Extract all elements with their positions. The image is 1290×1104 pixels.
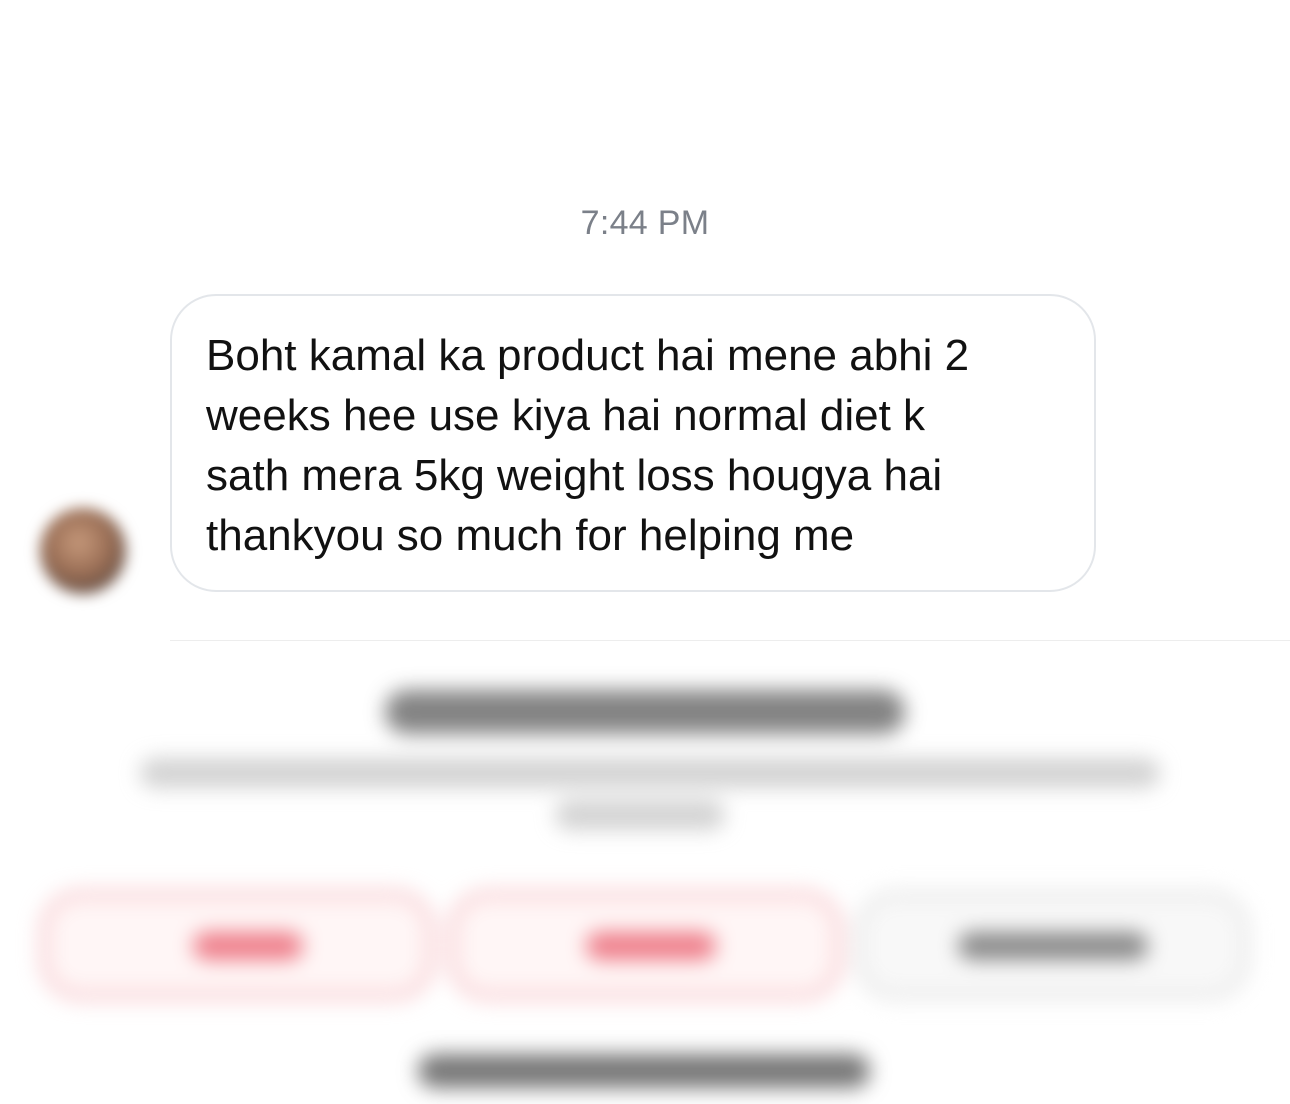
- message-request-panel: [0, 650, 1290, 1104]
- message-timestamp: 7:44 PM: [580, 204, 710, 242]
- accept-button[interactable]: [855, 890, 1250, 1000]
- accept-button-label-redacted: [958, 932, 1148, 960]
- delete-button[interactable]: [448, 890, 843, 1000]
- block-button-label-redacted: [193, 932, 303, 960]
- delete-button-label-redacted: [586, 932, 716, 960]
- message-text: Boht kamal ka product hai mene abhi 2 we…: [206, 331, 970, 560]
- message-bubble[interactable]: Boht kamal ka product hai mene abhi 2 we…: [170, 294, 1096, 592]
- sender-avatar[interactable]: [40, 508, 126, 594]
- request-description-redacted-line-2: [555, 800, 725, 830]
- request-title-redacted: [385, 690, 905, 734]
- home-indicator[interactable]: [418, 1054, 870, 1088]
- block-button[interactable]: [40, 890, 435, 1000]
- request-description-redacted: [140, 758, 1160, 788]
- divider: [170, 640, 1290, 641]
